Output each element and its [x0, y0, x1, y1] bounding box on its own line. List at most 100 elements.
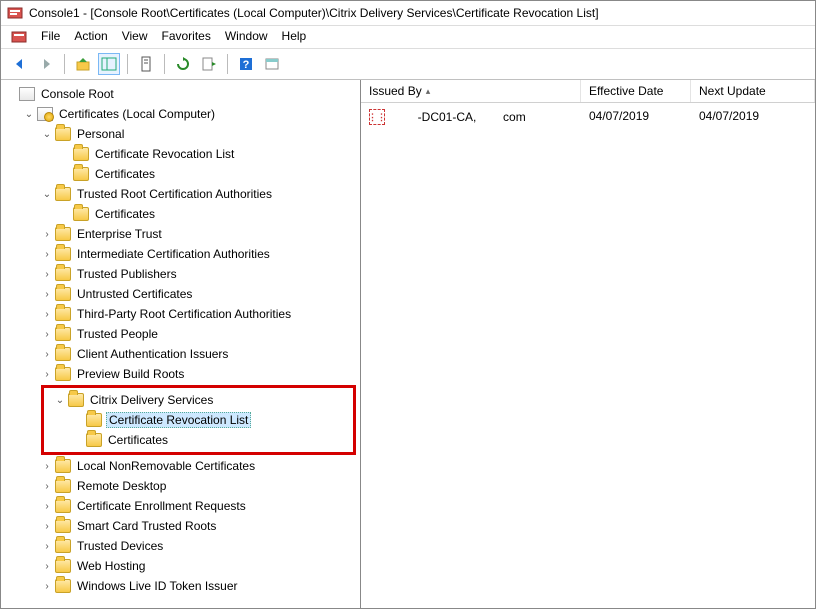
- twisty-expanded-icon[interactable]: ⌄: [41, 129, 53, 140]
- folder-icon: [55, 327, 71, 341]
- toolbar-separator-4: [227, 54, 228, 74]
- menubar: File Action View Favorites Window Help: [1, 26, 815, 49]
- tree-pane[interactable]: ▹ Console Root ⌄ Certificates (Local Com…: [1, 80, 361, 608]
- twisty-collapsed-icon[interactable]: ›: [41, 309, 53, 320]
- properties-button[interactable]: [135, 53, 157, 75]
- column-effective-date[interactable]: Effective Date: [581, 80, 691, 102]
- tree-windows-live-id[interactable]: ›Windows Live ID Token Issuer: [37, 576, 360, 596]
- forward-button[interactable]: [35, 53, 57, 75]
- twisty-collapsed-icon[interactable]: ›: [41, 229, 53, 240]
- folder-icon: [73, 147, 89, 161]
- up-button[interactable]: [72, 53, 94, 75]
- twisty-collapsed-icon[interactable]: ›: [41, 329, 53, 340]
- folder-icon: [55, 539, 71, 553]
- twisty-collapsed-icon[interactable]: ›: [41, 269, 53, 280]
- tree-enterprise-trust[interactable]: ›Enterprise Trust: [37, 224, 360, 244]
- tree-trusted-publishers[interactable]: ›Trusted Publishers: [37, 264, 360, 284]
- column-next-update[interactable]: Next Update: [691, 80, 815, 102]
- cell-effective-date: 04/07/2019: [581, 105, 691, 129]
- folder-icon: [55, 287, 71, 301]
- tree-label: Certificates: [106, 433, 170, 447]
- tree-citrix-certs[interactable]: ▹Certificates: [68, 430, 347, 450]
- tree-trusted-root-ca[interactable]: ⌄ Trusted Root Certification Authorities: [37, 184, 360, 204]
- column-label: Effective Date: [589, 84, 663, 98]
- menu-file[interactable]: File: [41, 29, 60, 45]
- twisty-collapsed-icon[interactable]: ›: [41, 461, 53, 472]
- folder-icon: [86, 413, 102, 427]
- tree-local-nonremovable[interactable]: ›Local NonRemovable Certificates: [37, 456, 360, 476]
- list-header: Issued By ▴ Effective Date Next Update: [361, 80, 815, 103]
- list-pane[interactable]: Issued By ▴ Effective Date Next Update ⋮…: [361, 80, 815, 608]
- tree-label: Certificate Revocation List: [93, 147, 236, 161]
- tree-personal-certs[interactable]: ▹Certificates: [55, 164, 360, 184]
- toolbar-separator-2: [127, 54, 128, 74]
- tree-untrusted-certs[interactable]: ›Untrusted Certificates: [37, 284, 360, 304]
- menu-window[interactable]: Window: [225, 29, 268, 45]
- twisty-collapsed-icon[interactable]: ›: [41, 481, 53, 492]
- menu-favorites[interactable]: Favorites: [162, 29, 211, 45]
- twisty-collapsed-icon[interactable]: ›: [41, 249, 53, 260]
- folder-icon: [55, 227, 71, 241]
- twisty-collapsed-icon[interactable]: ›: [41, 289, 53, 300]
- menu-help[interactable]: Help: [282, 29, 307, 45]
- twisty-expanded-icon[interactable]: ⌄: [54, 395, 66, 406]
- tree-citrix-delivery-services[interactable]: ⌄ Citrix Delivery Services: [50, 390, 347, 410]
- help-button[interactable]: ?: [235, 53, 257, 75]
- twisty-collapsed-icon[interactable]: ›: [41, 501, 53, 512]
- folder-icon: [86, 433, 102, 447]
- tree-label: Certificates: [93, 167, 157, 181]
- twisty-collapsed-icon[interactable]: ›: [41, 561, 53, 572]
- cell-text: -DC01-CA, com: [391, 110, 526, 124]
- twisty-collapsed-icon[interactable]: ›: [41, 581, 53, 592]
- back-button[interactable]: [9, 53, 31, 75]
- folder-icon: [68, 393, 84, 407]
- toolbar-separator: [64, 54, 65, 74]
- list-row[interactable]: ⋮⋮ -DC01-CA, com 04/07/2019 04/07/2019: [361, 103, 815, 131]
- tree-preview-build-roots[interactable]: ›Preview Build Roots: [37, 364, 360, 384]
- twisty-collapsed-icon[interactable]: ›: [41, 349, 53, 360]
- tree-web-hosting[interactable]: › Web Hosting: [37, 556, 360, 576]
- tree-personal-crl[interactable]: ▹Certificate Revocation List: [55, 144, 360, 164]
- tree-client-auth-issuers[interactable]: › Client Authentication Issuers: [37, 344, 360, 364]
- tree-third-party-root-ca[interactable]: › Third-Party Root Certification Authorit…: [37, 304, 360, 324]
- tree-label: Third-Party Root Certification Authoriti…: [75, 307, 293, 321]
- cell-next-update: 04/07/2019: [691, 105, 815, 129]
- tree-smartcard-roots[interactable]: ›Smart Card Trusted Roots: [37, 516, 360, 536]
- tree-intermediate-ca[interactable]: › Intermediate Certification Authorities: [37, 244, 360, 264]
- tree-label: Web Hosting: [75, 559, 147, 573]
- twisty-collapsed-icon[interactable]: ›: [41, 541, 53, 552]
- menu-app-icon: [11, 29, 27, 45]
- folder-icon: [55, 367, 71, 381]
- tree-label: Intermediate Certification Authorities: [75, 247, 272, 261]
- show-hide-tree-button[interactable]: [98, 53, 120, 75]
- refresh-button[interactable]: [172, 53, 194, 75]
- window-title: Console1 - [Console Root\Certificates (L…: [29, 6, 599, 20]
- folder-icon: [55, 347, 71, 361]
- twisty-expanded-icon[interactable]: ⌄: [23, 109, 35, 120]
- tree-remote-desktop[interactable]: › Remote Desktop: [37, 476, 360, 496]
- tree-personal[interactable]: ⌄ Personal: [37, 124, 360, 144]
- column-issued-by[interactable]: Issued By ▴: [361, 80, 581, 102]
- tree-trusted-devices[interactable]: ›Trusted Devices: [37, 536, 360, 556]
- export-button[interactable]: [198, 53, 220, 75]
- folder-icon: [55, 479, 71, 493]
- tree-cert-enrollment[interactable]: ›Certificate Enrollment Requests: [37, 496, 360, 516]
- tree-trusted-people[interactable]: ›Trusted People: [37, 324, 360, 344]
- content-area: ▹ Console Root ⌄ Certificates (Local Com…: [1, 80, 815, 608]
- twisty-expanded-icon[interactable]: ⌄: [41, 189, 53, 200]
- tree-label: Client Authentication Issuers: [75, 347, 230, 361]
- tree-certificates-local[interactable]: ⌄ Certificates (Local Computer): [19, 104, 360, 124]
- folder-icon: [55, 247, 71, 261]
- tree-label: Remote Desktop: [75, 479, 168, 493]
- new-window-button[interactable]: [261, 53, 283, 75]
- toolbar-separator-3: [164, 54, 165, 74]
- tree-console-root[interactable]: ▹ Console Root: [1, 84, 360, 104]
- menu-view[interactable]: View: [122, 29, 148, 45]
- twisty-collapsed-icon[interactable]: ›: [41, 521, 53, 532]
- annotation-highlight: ⌄ Citrix Delivery Services ▹Certificate …: [41, 385, 356, 455]
- twisty-collapsed-icon[interactable]: ›: [41, 369, 53, 380]
- tree-citrix-crl[interactable]: ▹Certificate Revocation List: [68, 410, 347, 430]
- tree-label: Personal: [75, 127, 126, 141]
- menu-action[interactable]: Action: [74, 29, 107, 45]
- tree-trca-certs[interactable]: ▹Certificates: [55, 204, 360, 224]
